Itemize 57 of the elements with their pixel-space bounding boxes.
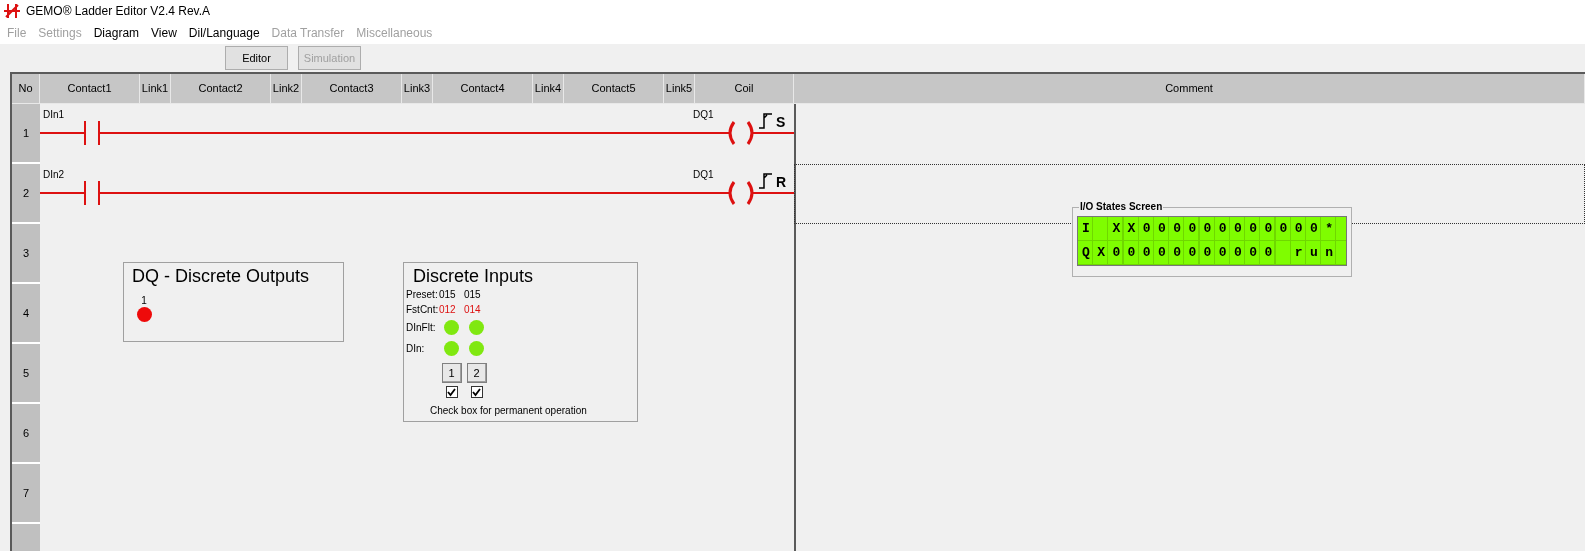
row-header[interactable]: 1 bbox=[12, 104, 40, 164]
coil-label: DQ1 bbox=[693, 170, 714, 180]
window-title: GEMO® Ladder Editor V2.4 Rev.A bbox=[26, 3, 211, 20]
check-icon bbox=[447, 387, 456, 397]
input-button[interactable]: 1 bbox=[441, 363, 462, 383]
fast-count-value: 014 bbox=[464, 303, 482, 317]
column-header: Link1 bbox=[140, 74, 171, 104]
toolbar-button[interactable]: Editor bbox=[225, 46, 288, 70]
column-header: Contact3 bbox=[302, 74, 402, 104]
column-header: Contact2 bbox=[171, 74, 271, 104]
column-header: Contact4 bbox=[433, 74, 533, 104]
contact-label: DIn1 bbox=[43, 110, 65, 120]
contact-symbol bbox=[84, 180, 100, 206]
row-header[interactable]: 6 bbox=[12, 404, 40, 464]
row-header[interactable]: 5 bbox=[12, 344, 40, 404]
coil-symbol bbox=[728, 121, 754, 145]
preset-value: 015 bbox=[439, 288, 457, 302]
fast-count-label: FstCnt: bbox=[406, 302, 439, 317]
menu-item[interactable]: Diagram bbox=[93, 24, 140, 42]
coil-label: DQ1 bbox=[693, 110, 714, 120]
output-number: 1 bbox=[141, 295, 147, 307]
menu-item[interactable]: Dil/Language bbox=[188, 24, 260, 42]
rising-edge-icon bbox=[758, 113, 773, 129]
column-header: Link3 bbox=[402, 74, 433, 104]
coil-symbol bbox=[728, 181, 754, 205]
app-icon bbox=[4, 4, 20, 18]
column-header: Coil bbox=[695, 74, 794, 104]
check-icon bbox=[472, 387, 481, 397]
filtered-input-label: DInFlt: bbox=[406, 321, 437, 335]
rising-edge-icon bbox=[758, 173, 773, 189]
checkbox[interactable] bbox=[445, 386, 458, 398]
column-header: Link5 bbox=[664, 74, 695, 104]
panel-title: Discrete Inputs bbox=[413, 265, 535, 287]
row-header[interactable]: 4 bbox=[12, 284, 40, 344]
column-header: Comment bbox=[794, 74, 1585, 104]
column-header: Link4 bbox=[533, 74, 564, 104]
contact-label: DIn2 bbox=[43, 170, 65, 180]
contact-symbol bbox=[84, 120, 100, 146]
column-header: No bbox=[12, 74, 40, 104]
panel-title: DQ - Discrete Outputs bbox=[132, 265, 311, 287]
input-button[interactable]: 2 bbox=[466, 363, 487, 383]
preset-value: 015 bbox=[464, 288, 482, 302]
group-title: I/O States Screen bbox=[1079, 201, 1164, 213]
row-header[interactable]: 2 bbox=[12, 164, 40, 224]
checkbox[interactable] bbox=[470, 386, 483, 398]
column-header: Contact5 bbox=[564, 74, 664, 104]
column-header: Link2 bbox=[271, 74, 302, 104]
preset-label: Preset: bbox=[406, 287, 439, 302]
fast-count-value: 012 bbox=[439, 303, 457, 317]
column-header: Contact1 bbox=[40, 74, 140, 104]
input-label: DIn: bbox=[406, 342, 426, 356]
row-header[interactable]: 3 bbox=[12, 224, 40, 284]
coil-mode: R bbox=[776, 175, 787, 189]
panel-note: Check box for permanent operation bbox=[430, 404, 588, 418]
row-header[interactable]: 7 bbox=[12, 464, 40, 524]
menu-item[interactable]: View bbox=[151, 24, 177, 42]
coil-mode: S bbox=[776, 115, 786, 129]
